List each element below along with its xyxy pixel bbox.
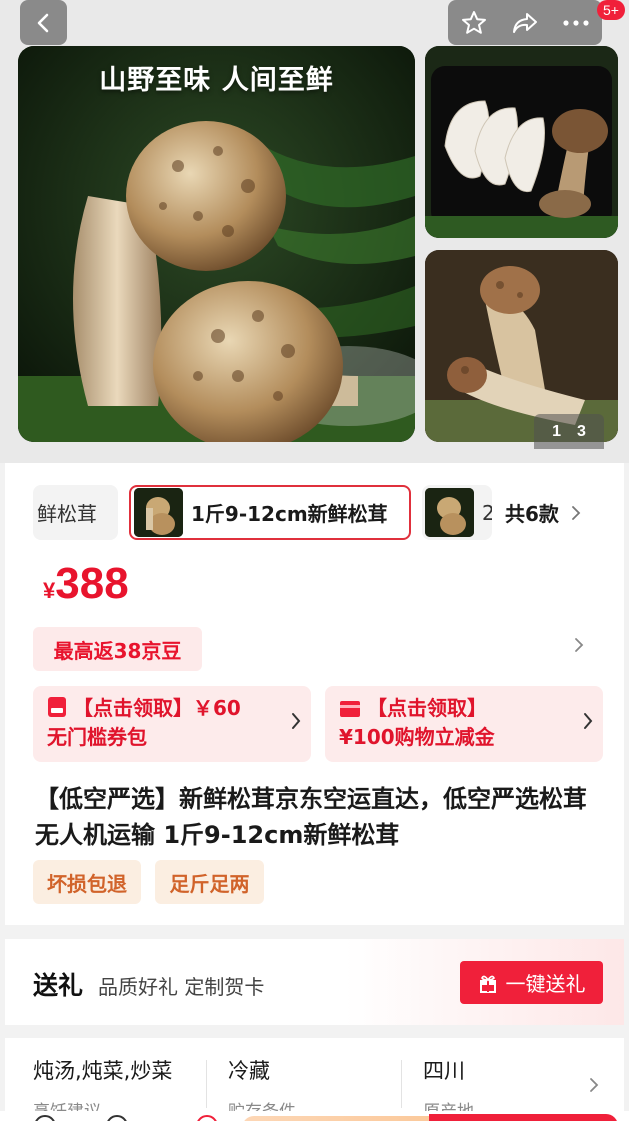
variant-count-label: 共6款 — [505, 502, 559, 526]
variant-label: 1斤9-12cm新鲜松茸 — [191, 502, 388, 526]
variant-option-selected[interactable]: 1斤9-12cm新鲜松茸 — [129, 485, 411, 540]
thumbnail-image-sliced[interactable] — [425, 46, 618, 238]
variant-count-button[interactable]: 共6款 — [505, 485, 581, 540]
share-icon — [512, 12, 537, 33]
jingdou-rebate-badge[interactable]: 最高返38京豆 — [33, 627, 202, 671]
add-to-cart-button[interactable] — [242, 1116, 429, 1121]
image-counter: 1 3 — [534, 414, 604, 449]
counter-current: 1 — [552, 422, 561, 440]
coupon-ticket-icon — [48, 697, 66, 717]
top-action-group — [448, 0, 602, 45]
back-icon — [37, 13, 48, 32]
coupon-line1: 【点击领取】 — [367, 696, 487, 720]
product-attributes[interactable]: 炖汤,炖菜,炒菜 烹饪建议 冷藏 贮存条件 四川 原产地 — [5, 1038, 624, 1121]
attribute-value: 四川 — [423, 1059, 465, 1083]
product-price: ¥388 — [43, 559, 129, 609]
cart-icon[interactable] — [196, 1115, 218, 1121]
coupon-line1: 【点击领取】￥60 — [73, 696, 241, 720]
gift-title: 送礼 — [33, 971, 84, 1000]
notification-badge: 5+ — [597, 0, 625, 20]
matsutake-main-illustration — [18, 46, 415, 442]
service-tag: 足斤足两 — [155, 860, 264, 904]
gift-icon — [479, 975, 496, 993]
attribute-divider — [206, 1060, 207, 1108]
attribute-value: 炖汤,炖菜,炒菜 — [33, 1059, 173, 1083]
gift-button-label: 一键送礼 — [505, 972, 586, 996]
image-slogan: 山野至味 人间至鲜 — [99, 65, 334, 96]
one-click-gift-button[interactable]: 一键送礼 — [460, 961, 603, 1004]
variant-thumbnail — [134, 488, 183, 537]
coupon-claim-100[interactable]: 【点击领取】 ¥100购物立减金 — [325, 686, 603, 762]
chevron-right-icon — [584, 713, 593, 729]
chevron-right-icon — [572, 505, 581, 520]
more-icon — [563, 19, 589, 26]
product-title: 【低空严选】新鲜松茸京东空运直达，低空严选松茸 无人机运输 1斤9-12cm新鲜… — [35, 785, 587, 849]
customer-service-icon[interactable] — [106, 1115, 128, 1121]
service-tag: 坏损包退 — [33, 860, 141, 904]
gift-subtitle: 品质好礼 定制贺卡 — [98, 975, 265, 999]
chevron-right-icon — [292, 713, 301, 729]
price-currency: ¥ — [43, 578, 56, 603]
favorite-button[interactable] — [449, 0, 499, 45]
variant-thumbnail — [425, 488, 474, 537]
variant-thumbnail-image — [134, 488, 183, 537]
product-image-gallery[interactable]: 山野至味 人间至鲜 5+ 1 3 — [0, 0, 629, 463]
variant-selector[interactable]: 鲜松茸 1斤9-12cm新鲜松茸 2 共6款 — [33, 485, 613, 540]
variant-option-next[interactable]: 2 — [422, 485, 492, 540]
attribute-divider — [401, 1060, 402, 1108]
coupon-line2: ¥100购物立减金 — [339, 725, 495, 749]
main-product-image[interactable]: 山野至味 人间至鲜 — [18, 46, 415, 442]
coupon-claim-60[interactable]: 【点击领取】￥60 无门槛券包 — [33, 686, 311, 762]
variant-label: 2 — [482, 500, 492, 525]
star-icon — [461, 10, 486, 34]
variant-option-prev[interactable]: 鲜松茸 — [33, 485, 118, 540]
gift-section: 送礼 品质好礼 定制贺卡 一键送礼 — [5, 939, 624, 1025]
bottom-action-bar — [0, 1111, 629, 1121]
card-icon — [340, 701, 360, 717]
share-button[interactable] — [500, 0, 550, 45]
sliced-matsutake-illustration — [425, 46, 618, 238]
chevron-right-icon — [590, 1078, 599, 1092]
counter-total: 3 — [577, 422, 586, 440]
store-icon[interactable] — [34, 1115, 56, 1121]
attribute-value: 冷藏 — [228, 1059, 270, 1083]
variant-label: 鲜松茸 — [37, 502, 97, 526]
more-button[interactable] — [551, 0, 601, 45]
back-button[interactable] — [20, 0, 67, 45]
buy-now-button[interactable] — [429, 1114, 618, 1121]
price-amount: 388 — [55, 559, 129, 608]
product-info-card: 鲜松茸 1斤9-12cm新鲜松茸 2 共6款 ¥388 最高返38京豆 【点击领… — [5, 463, 624, 925]
chevron-right-icon[interactable] — [574, 637, 584, 653]
coupon-line2: 无门槛券包 — [47, 725, 147, 749]
variant-thumbnail-image — [425, 488, 474, 537]
